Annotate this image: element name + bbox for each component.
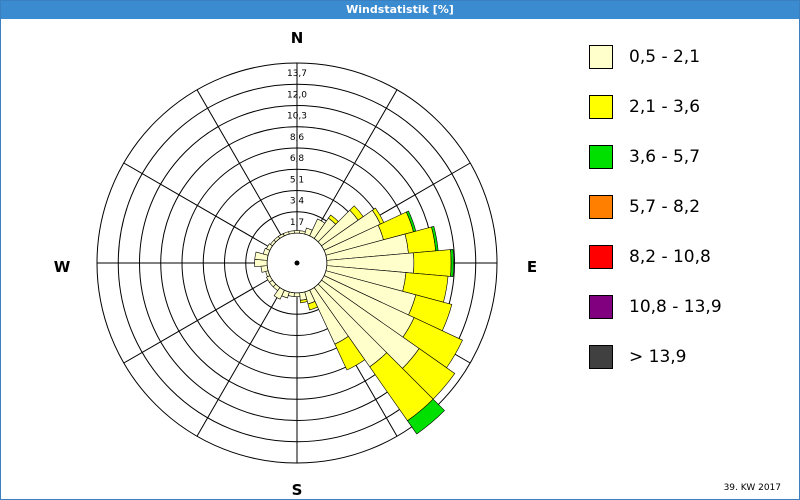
legend-label: 0,5 - 2,1: [629, 47, 701, 67]
legend-label: 10,8 - 13,9: [629, 297, 722, 317]
wind-bar-segment: [293, 292, 301, 298]
chart-window: Windstatistik [%] 1,7 3,4 5,1 6,8 8,6 10,3 12,…: [0, 0, 800, 500]
legend-label: 5,7 - 8,2: [629, 197, 701, 217]
ring-label: 3,4: [290, 197, 305, 207]
wind-bar-segment: [260, 265, 269, 273]
grid-spoke: [123, 162, 272, 249]
ring-label: 13,7: [287, 69, 307, 79]
legend-swatch: [589, 195, 613, 219]
footer-label: 39. KW 2017: [723, 483, 781, 493]
wind-rose-chart: 1,7 3,4 5,1 6,8 8,6 10,3 12,0 13,7 N E S W: [54, 29, 537, 499]
bars-layer: [254, 205, 463, 435]
compass-e: E: [527, 258, 537, 276]
legend-swatch: [589, 245, 613, 269]
window-title: Windstatistik [%]: [1, 1, 799, 19]
compass-w: W: [54, 258, 71, 276]
ring-label: 8,6: [290, 133, 305, 143]
grid-spoke: [196, 288, 283, 437]
legend-label: 2,1 - 3,6: [629, 97, 701, 117]
wind-bar-segment: [265, 270, 271, 278]
wind-bar-segment: [450, 249, 454, 277]
ring-label: 5,1: [290, 175, 304, 185]
ring-label: 12,0: [287, 90, 307, 100]
compass-n: N: [291, 29, 304, 47]
compass-s: S: [292, 481, 303, 499]
legend-swatch: [589, 295, 613, 319]
legend-swatch: [589, 345, 613, 369]
legend-label: 8,2 - 10,8: [629, 247, 711, 267]
wind-bar-segment: [282, 231, 290, 237]
legend-label: > 13,9: [629, 347, 687, 367]
legend-swatch: [589, 95, 613, 119]
legend-label: 3,6 - 5,7: [629, 147, 701, 167]
legend-swatch: [589, 145, 613, 169]
grid-spoke: [196, 89, 283, 238]
ring-label: 10,3: [287, 112, 307, 122]
ring-label: 6,8: [290, 154, 305, 164]
ring-label: 1,7: [290, 218, 304, 228]
grid-spoke: [123, 277, 272, 364]
center-dot: [294, 260, 300, 266]
wind-bar-segment: [293, 230, 301, 234]
wind-bar-segment: [413, 249, 452, 277]
legend-swatch: [589, 45, 613, 69]
